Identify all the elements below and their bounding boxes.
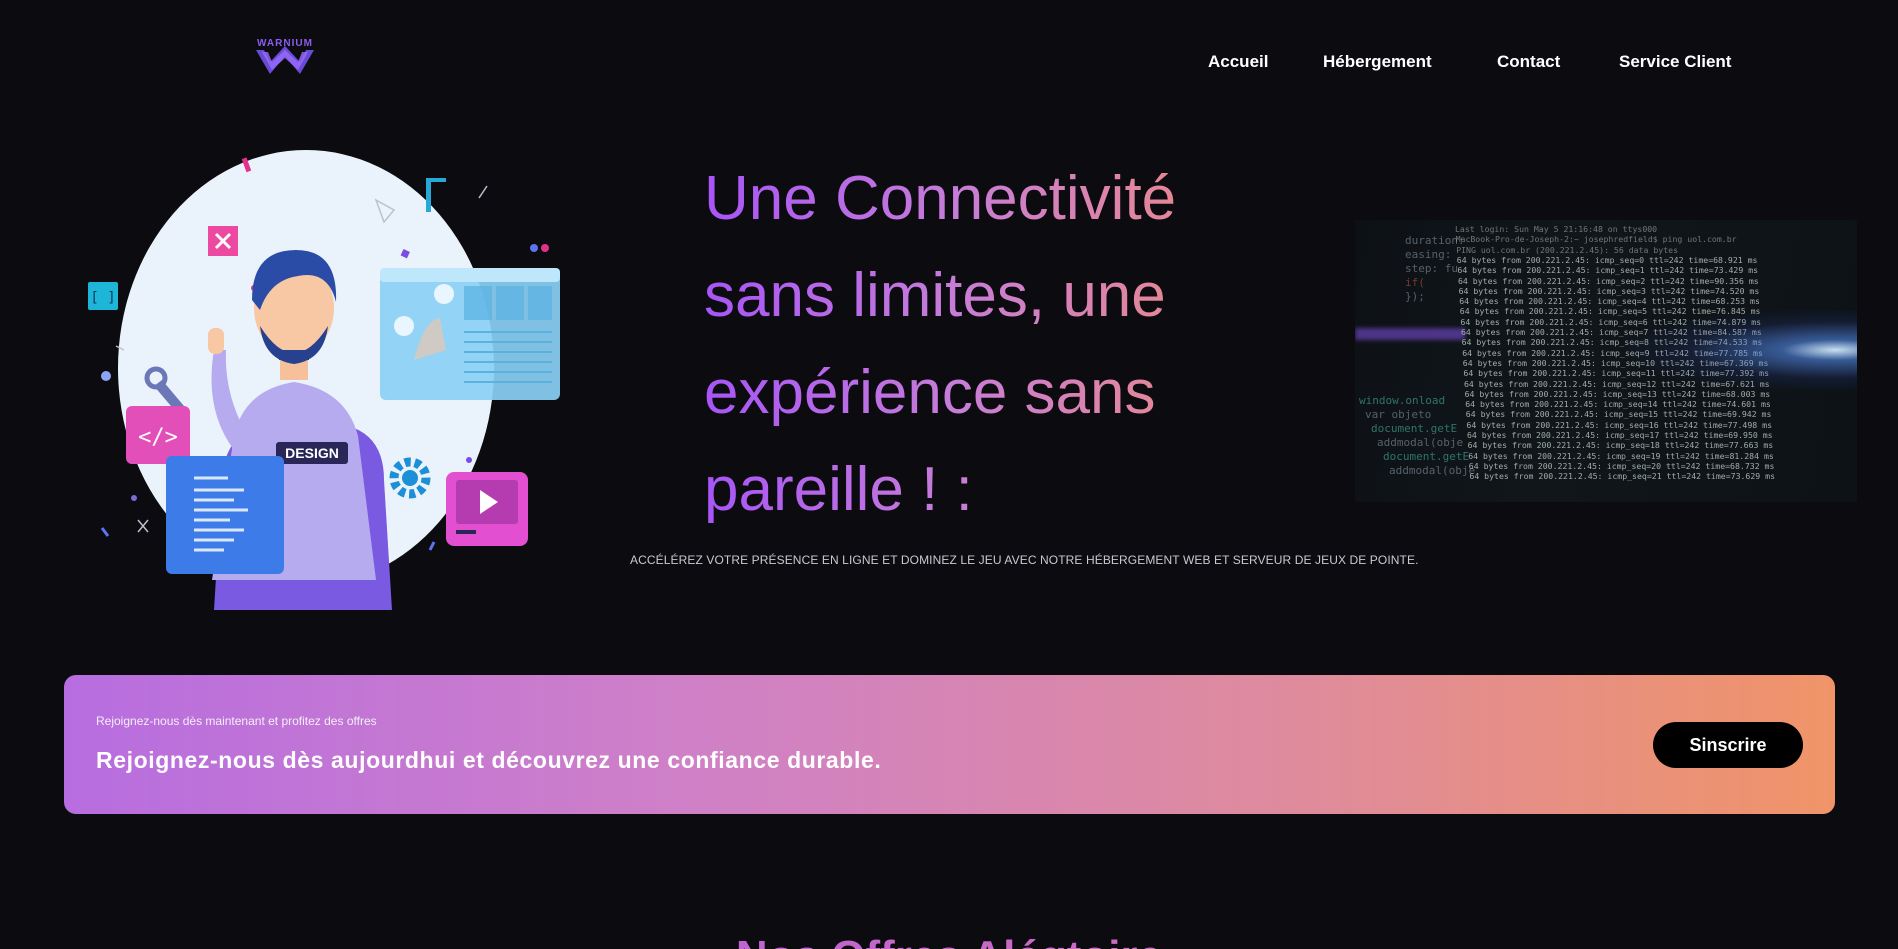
- main-nav: Accueil Hébergement Contact Service Clie…: [0, 52, 1898, 76]
- terminal-line: PING uol.com.br (200.221.2.45): 56 data …: [1456, 244, 1679, 255]
- terminal-code-line: if(: [1405, 276, 1425, 289]
- terminal-line: 64 bytes from 200.221.2.45: icmp_seq=4 t…: [1459, 296, 1760, 307]
- cta-headline: Rejoignez-nous dès aujourdhui et découvr…: [96, 747, 882, 773]
- brackets-icon: [ ]: [88, 282, 118, 310]
- nav-item-accueil[interactable]: Accueil: [1208, 52, 1268, 72]
- terminal-code-line: easing:: [1405, 248, 1452, 261]
- terminal-line: Last login: Sun May 5 21:16:48 on ttys00…: [1455, 224, 1658, 234]
- terminal-line: 64 bytes from 200.221.2.45: icmp_seq=3 t…: [1458, 285, 1760, 296]
- hero-title: Une Connectivité sans limites, une expér…: [704, 150, 1264, 538]
- terminal-highlight: [1355, 328, 1465, 340]
- terminal-code-line: step: fu: [1405, 262, 1458, 275]
- close-icon: [208, 226, 238, 256]
- terminal-line: 64 bytes from 200.221.2.45: icmp_seq=18 …: [1467, 440, 1774, 451]
- terminal-code-line: document.getE: [1383, 450, 1470, 463]
- terminal-line: 64 bytes from 200.221.2.45: icmp_seq=13 …: [1464, 388, 1771, 399]
- terminal-line: 64 bytes from 200.221.2.45: icmp_seq=0 t…: [1456, 254, 1758, 265]
- hero-illustration: [ ] DESIGN </>: [84, 150, 564, 612]
- hero-subtitle: ACCÉLÉREZ VOTRE PRÉSENCE EN LIGNE ET DOM…: [630, 553, 1419, 567]
- terminal-code-line: addmodal(obje: [1377, 436, 1464, 449]
- offers-heading: Nos Offres Alégtoire: [0, 932, 1898, 949]
- svg-text:[ ]: [ ]: [90, 290, 115, 306]
- signup-button[interactable]: Sinscrire: [1653, 722, 1803, 768]
- terminal-code-line: addmodal(obje: [1389, 464, 1476, 477]
- terminal-code-line: document.getE: [1371, 422, 1458, 435]
- terminal-line: 64 bytes from 200.221.2.45: icmp_seq=20 …: [1468, 460, 1775, 471]
- play-icon: [446, 472, 528, 546]
- nav-item-contact[interactable]: Contact: [1497, 52, 1560, 72]
- design-badge: DESIGN: [285, 445, 339, 461]
- terminal-line: 64 bytes from 200.221.2.45: icmp_seq=1 t…: [1457, 265, 1759, 276]
- terminal-line: 64 bytes from 200.221.2.45: icmp_seq=16 …: [1466, 419, 1773, 430]
- nav-item-service-client[interactable]: Service Client: [1619, 52, 1731, 72]
- cta-banner: Rejoignez-nous dès maintenant et profite…: [64, 675, 1835, 814]
- cta-small-text: Rejoignez-nous dès maintenant et profite…: [96, 714, 377, 728]
- nav-item-hebergement[interactable]: Hébergement: [1323, 52, 1432, 72]
- terminal-line: MacBook-Pro-de-Joseph-2:~ josephredfield…: [1455, 234, 1737, 245]
- terminal-code-line: });: [1405, 290, 1425, 303]
- terminal-code-line: window.onload: [1359, 394, 1446, 407]
- terminal-line: 64 bytes from 200.221.2.45: icmp_seq=14 …: [1465, 399, 1771, 410]
- terminal-line: 64 bytes from 200.221.2.45: icmp_seq=15 …: [1465, 409, 1772, 420]
- terminal-screenshot: duration: easing: step: fu if(}); window.onl…: [1355, 220, 1857, 502]
- terminal-line: 64 bytes from 200.221.2.45: icmp_seq=17 …: [1467, 430, 1773, 440]
- terminal-code-line: var objeto: [1365, 408, 1432, 421]
- terminal-line: 64 bytes from 200.221.2.45: icmp_seq=21 …: [1469, 471, 1776, 482]
- code-icon: </>: [126, 406, 190, 464]
- terminal-line: 64 bytes from 200.221.2.45: icmp_seq=19 …: [1468, 450, 1774, 461]
- terminal-line: 64 bytes from 200.221.2.45: icmp_seq=2 t…: [1458, 275, 1759, 286]
- light-glare: [1627, 310, 1857, 390]
- svg-text:</>: </>: [138, 425, 178, 450]
